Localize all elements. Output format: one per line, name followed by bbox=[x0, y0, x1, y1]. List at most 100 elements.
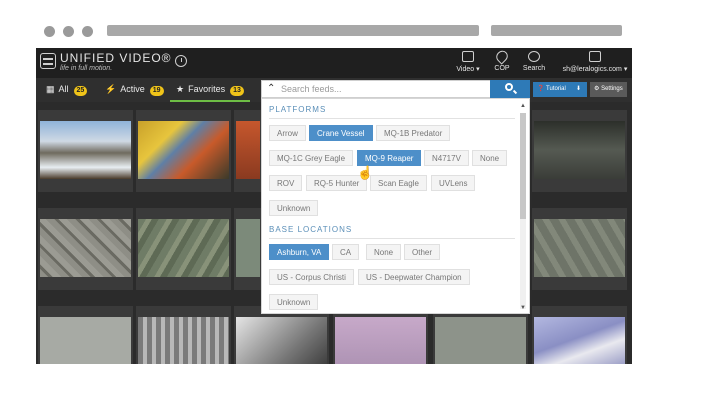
brand-name: UNIFIED VIDEO® bbox=[60, 51, 172, 65]
feed-thumbnail bbox=[40, 219, 131, 277]
feed-thumbnail bbox=[236, 121, 260, 179]
download-button[interactable]: ⬇ bbox=[570, 82, 587, 97]
tab-favorites-count: 13 bbox=[230, 86, 244, 96]
tab-active[interactable]: ⚡ Active 19 bbox=[105, 78, 164, 102]
window-minimize-dot[interactable] bbox=[63, 26, 74, 37]
gear-icon: ⚙ bbox=[594, 86, 600, 92]
feed-tile-bottom-2[interactable] bbox=[136, 306, 231, 364]
feed-thumbnail bbox=[534, 317, 625, 364]
feed-tile-bottom-3[interactable] bbox=[234, 306, 329, 364]
location-chip[interactable]: Unknown bbox=[269, 294, 319, 310]
location-chip[interactable]: CA bbox=[332, 244, 360, 260]
help-icon: ❓ bbox=[537, 86, 545, 92]
platform-chip[interactable]: MQ-9 Reaper bbox=[357, 150, 422, 166]
filter-scrollbar[interactable] bbox=[520, 113, 526, 309]
brand-tagline: life in full motion. bbox=[60, 65, 113, 72]
star-icon: ★ bbox=[176, 84, 185, 94]
location-chip[interactable]: US - Corpus Christi bbox=[269, 269, 354, 285]
tab-all[interactable]: ▦ All 25 bbox=[46, 78, 88, 102]
settings-button[interactable]: ⚙ Settings bbox=[590, 82, 627, 97]
location-chip[interactable]: Ashburn, VA bbox=[269, 244, 330, 260]
scroll-up-arrow[interactable]: ▲ bbox=[520, 103, 526, 109]
scrollbar-thumb[interactable] bbox=[520, 113, 526, 219]
platform-chip[interactable]: ROV bbox=[269, 175, 303, 191]
location-chip[interactable]: Other bbox=[404, 244, 441, 260]
nav-video[interactable]: Video ▾ bbox=[455, 51, 481, 73]
nav-user[interactable]: sh@leralogics.com ▾ bbox=[562, 51, 628, 73]
browser-search-bar[interactable] bbox=[491, 25, 622, 36]
base-locations-title: BASE LOCATIONS bbox=[269, 225, 353, 234]
nav-search-label: Search bbox=[522, 65, 546, 72]
feed-tile-bottom-4[interactable] bbox=[333, 306, 428, 364]
feed-tile-bottom-6[interactable] bbox=[532, 306, 627, 364]
tab-all-label: All bbox=[58, 84, 69, 94]
grid-icon: ▦ bbox=[46, 84, 55, 94]
nav-video-label: Video ▾ bbox=[456, 66, 480, 73]
feed-thumbnail bbox=[534, 121, 625, 179]
feed-thumbnail bbox=[335, 317, 426, 364]
window-close-dot[interactable] bbox=[44, 26, 55, 37]
feed-tile-bottom-1[interactable] bbox=[38, 306, 133, 364]
tab-favorites-label: Favorites bbox=[188, 84, 226, 94]
tutorial-label: Tutorial bbox=[546, 86, 566, 92]
download-icon: ⬇ bbox=[575, 86, 582, 92]
tutorial-button[interactable]: ❓ Tutorial bbox=[533, 82, 570, 97]
bolt-icon: ⚡ bbox=[105, 84, 117, 94]
feed-thumbnail bbox=[236, 219, 260, 277]
platform-chip[interactable]: Scan Eagle bbox=[370, 175, 427, 191]
nav-cop-label: COP bbox=[494, 65, 510, 72]
tab-active-count: 19 bbox=[149, 86, 164, 96]
monitor-icon bbox=[462, 51, 474, 62]
feed-thumbnail bbox=[534, 219, 625, 277]
search-input[interactable]: Search feeds... bbox=[281, 84, 342, 94]
platform-chip[interactable]: UVLens bbox=[431, 175, 476, 191]
feed-thumbnail bbox=[138, 317, 229, 364]
feed-tile-aerial-field[interactable] bbox=[136, 208, 231, 290]
scroll-down-arrow[interactable]: ▼ bbox=[520, 305, 526, 311]
settings-label: Settings bbox=[601, 86, 623, 92]
address-bar[interactable] bbox=[107, 25, 479, 36]
platforms-divider bbox=[269, 118, 515, 119]
browser-chrome bbox=[0, 0, 715, 48]
top-bar: UNIFIED VIDEO® life in full motion. Vide… bbox=[36, 48, 632, 78]
platform-chip[interactable]: N4717V bbox=[424, 150, 469, 166]
platform-chip[interactable]: Unknown bbox=[269, 200, 319, 216]
feed-tile-bottom-5[interactable] bbox=[433, 306, 528, 364]
feed-thumbnail bbox=[138, 219, 229, 277]
feed-thumbnail bbox=[40, 317, 131, 364]
platform-chip[interactable]: None bbox=[472, 150, 508, 166]
search-icon bbox=[505, 83, 513, 91]
user-badge-icon bbox=[589, 51, 601, 62]
filter-panel: PLATFORMS Arrow Crane Vessel MQ-1B Preda… bbox=[261, 98, 530, 314]
search-button[interactable] bbox=[490, 80, 530, 98]
window-maximize-dot[interactable] bbox=[82, 26, 93, 37]
feed-thumbnail bbox=[40, 121, 131, 179]
clock-icon[interactable] bbox=[175, 55, 187, 67]
platforms-title: PLATFORMS bbox=[269, 105, 327, 114]
hand-cursor-icon: ☝ bbox=[357, 165, 374, 180]
logo-icon bbox=[40, 53, 56, 69]
feed-tile-aerial-parking[interactable] bbox=[38, 208, 133, 290]
location-chip[interactable]: US - Deepwater Champion bbox=[358, 269, 470, 285]
platform-chip[interactable]: Crane Vessel bbox=[309, 125, 373, 141]
nav-cop[interactable]: COP bbox=[491, 48, 513, 72]
chevron-up-icon[interactable]: ⌃ bbox=[267, 83, 275, 94]
feed-search-bar: ⌃ Search feeds... bbox=[261, 80, 530, 98]
platform-chip[interactable]: MQ-1B Predator bbox=[376, 125, 451, 141]
tab-all-count: 25 bbox=[73, 86, 88, 96]
feed-thumbnail bbox=[138, 121, 229, 179]
platform-chip[interactable]: MQ-1C Grey Eagle bbox=[269, 150, 354, 166]
nav-search[interactable]: Search bbox=[521, 51, 547, 72]
tab-active-label: Active bbox=[120, 84, 145, 94]
feed-thumbnail bbox=[236, 317, 327, 364]
tab-favorites[interactable]: ★ Favorites 13 bbox=[170, 78, 250, 102]
platform-chip[interactable]: Arrow bbox=[269, 125, 306, 141]
locations-divider bbox=[269, 238, 515, 239]
feed-tile-crane-vessel[interactable] bbox=[136, 110, 231, 192]
feed-tile-night[interactable] bbox=[532, 110, 627, 192]
nav-user-label: sh@leralogics.com ▾ bbox=[562, 66, 628, 73]
feed-tile-road[interactable] bbox=[38, 110, 133, 192]
location-chip[interactable]: None bbox=[366, 244, 402, 260]
feed-tile-aerial-4[interactable] bbox=[532, 208, 627, 290]
feed-thumbnail bbox=[435, 317, 526, 364]
